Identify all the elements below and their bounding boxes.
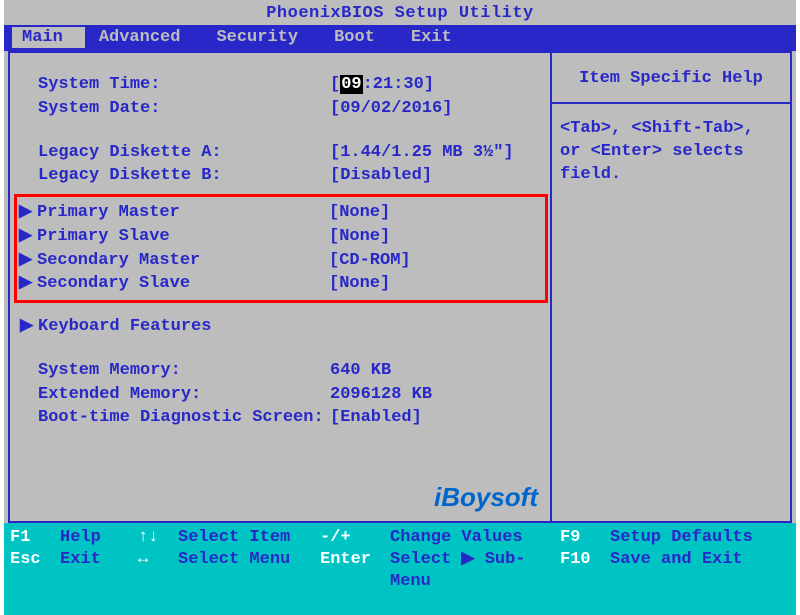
system-memory-value: 640 KB bbox=[330, 360, 391, 382]
menu-tab-boot[interactable]: Boot bbox=[320, 27, 397, 48]
select-submenu-label: Select ▶ Sub-Menu bbox=[390, 549, 560, 593]
menu-tab-security[interactable]: Security bbox=[202, 27, 320, 48]
row-system-time[interactable]: System Time: [09:21:30] bbox=[20, 73, 546, 97]
bios-container: PhoenixBIOS Setup Utility Main Advanced … bbox=[4, 0, 796, 615]
diskette-b-label: Legacy Diskette B: bbox=[38, 165, 222, 187]
main-panel: System Time: [09:21:30] System Date: [09… bbox=[10, 53, 550, 521]
help-title: Item Specific Help bbox=[552, 53, 790, 104]
footer-bar: F1 Help ↑↓ Select Item -/+ Change Values… bbox=[4, 523, 796, 615]
key-enter: Enter bbox=[320, 549, 390, 593]
key-esc: Esc bbox=[10, 549, 60, 593]
primary-slave-value[interactable]: [None] bbox=[329, 226, 390, 248]
submenu-triangle-icon: ▶ bbox=[19, 250, 31, 272]
key-f1: F1 bbox=[10, 527, 60, 549]
select-item-label: Select Item bbox=[178, 527, 320, 549]
help-body: <Tab>, <Shift-Tab>, or <Enter> selects f… bbox=[552, 104, 790, 201]
row-boot-diagnostic[interactable]: Boot-time Diagnostic Screen: [Enabled] bbox=[20, 406, 546, 430]
app-title: PhoenixBIOS Setup Utility bbox=[266, 4, 534, 23]
help-panel: Item Specific Help <Tab>, <Shift-Tab>, o… bbox=[550, 53, 790, 521]
primary-slave-label: Primary Slave bbox=[37, 226, 170, 248]
system-time-label: System Time: bbox=[38, 74, 160, 96]
row-secondary-slave[interactable]: ▶ Secondary Slave [None] bbox=[19, 272, 543, 296]
submenu-triangle-icon: ▶ bbox=[19, 273, 31, 295]
secondary-master-value[interactable]: [CD-ROM] bbox=[329, 250, 411, 272]
row-diskette-a[interactable]: Legacy Diskette A: [1.44/1.25 MB 3½"] bbox=[20, 141, 546, 165]
system-memory-label: System Memory: bbox=[38, 360, 181, 382]
primary-master-value[interactable]: [None] bbox=[329, 202, 390, 224]
system-date-value[interactable]: [09/02/2016] bbox=[330, 98, 452, 120]
key-f9: F9 bbox=[560, 527, 610, 549]
key-minus-plus: -/+ bbox=[320, 527, 390, 549]
keyboard-features-label: Keyboard Features bbox=[38, 316, 211, 338]
row-extended-memory: Extended Memory: 2096128 KB bbox=[20, 383, 546, 407]
esc-label: Exit bbox=[60, 549, 138, 593]
menu-tab-main[interactable]: Main bbox=[12, 27, 85, 48]
boot-diagnostic-value[interactable]: [Enabled] bbox=[330, 407, 422, 429]
select-menu-label: Select Menu bbox=[178, 549, 320, 593]
row-secondary-master[interactable]: ▶ Secondary Master [CD-ROM] bbox=[19, 249, 543, 273]
menu-tab-advanced[interactable]: Advanced bbox=[85, 27, 203, 48]
extended-memory-value: 2096128 KB bbox=[330, 384, 432, 406]
submenu-triangle-icon: ▶ bbox=[19, 226, 31, 248]
change-values-label: Change Values bbox=[390, 527, 560, 549]
system-time-value[interactable]: [09:21:30] bbox=[330, 74, 434, 96]
content-area: System Time: [09:21:30] System Date: [09… bbox=[8, 51, 792, 523]
diskette-b-value[interactable]: [Disabled] bbox=[330, 165, 432, 187]
drive-highlight-box: ▶ Primary Master [None] ▶ Primary Slave [N… bbox=[14, 194, 548, 303]
arrows-horizontal-icon: ↔ bbox=[138, 549, 178, 593]
watermark-logo: iBoysoft bbox=[434, 482, 538, 513]
row-primary-master[interactable]: ▶ Primary Master [None] bbox=[19, 201, 543, 225]
extended-memory-label: Extended Memory: bbox=[38, 384, 201, 406]
secondary-master-label: Secondary Master bbox=[37, 250, 200, 272]
boot-diagnostic-label: Boot-time Diagnostic Screen: bbox=[38, 407, 324, 429]
submenu-triangle-icon: ▶ bbox=[20, 316, 32, 338]
save-exit-label: Save and Exit bbox=[610, 549, 743, 593]
f1-label: Help bbox=[60, 527, 138, 549]
system-date-label: System Date: bbox=[38, 98, 160, 120]
secondary-slave-value[interactable]: [None] bbox=[329, 273, 390, 295]
key-f10: F10 bbox=[560, 549, 610, 593]
row-keyboard-features[interactable]: ▶ Keyboard Features bbox=[20, 315, 546, 339]
secondary-slave-label: Secondary Slave bbox=[37, 273, 190, 295]
primary-master-label: Primary Master bbox=[37, 202, 180, 224]
time-hour-selected[interactable]: 09 bbox=[340, 75, 362, 94]
row-diskette-b[interactable]: Legacy Diskette B: [Disabled] bbox=[20, 164, 546, 188]
menu-bar: Main Advanced Security Boot Exit bbox=[4, 25, 796, 51]
diskette-a-label: Legacy Diskette A: bbox=[38, 142, 222, 164]
row-system-date[interactable]: System Date: [09/02/2016] bbox=[20, 97, 546, 121]
title-bar: PhoenixBIOS Setup Utility bbox=[4, 0, 796, 25]
menu-tab-exit[interactable]: Exit bbox=[397, 27, 474, 48]
row-primary-slave[interactable]: ▶ Primary Slave [None] bbox=[19, 225, 543, 249]
diskette-a-value[interactable]: [1.44/1.25 MB 3½"] bbox=[330, 142, 514, 164]
setup-defaults-label: Setup Defaults bbox=[610, 527, 753, 549]
submenu-triangle-icon: ▶ bbox=[19, 202, 31, 224]
row-system-memory: System Memory: 640 KB bbox=[20, 359, 546, 383]
arrows-vertical-icon: ↑↓ bbox=[138, 527, 178, 549]
